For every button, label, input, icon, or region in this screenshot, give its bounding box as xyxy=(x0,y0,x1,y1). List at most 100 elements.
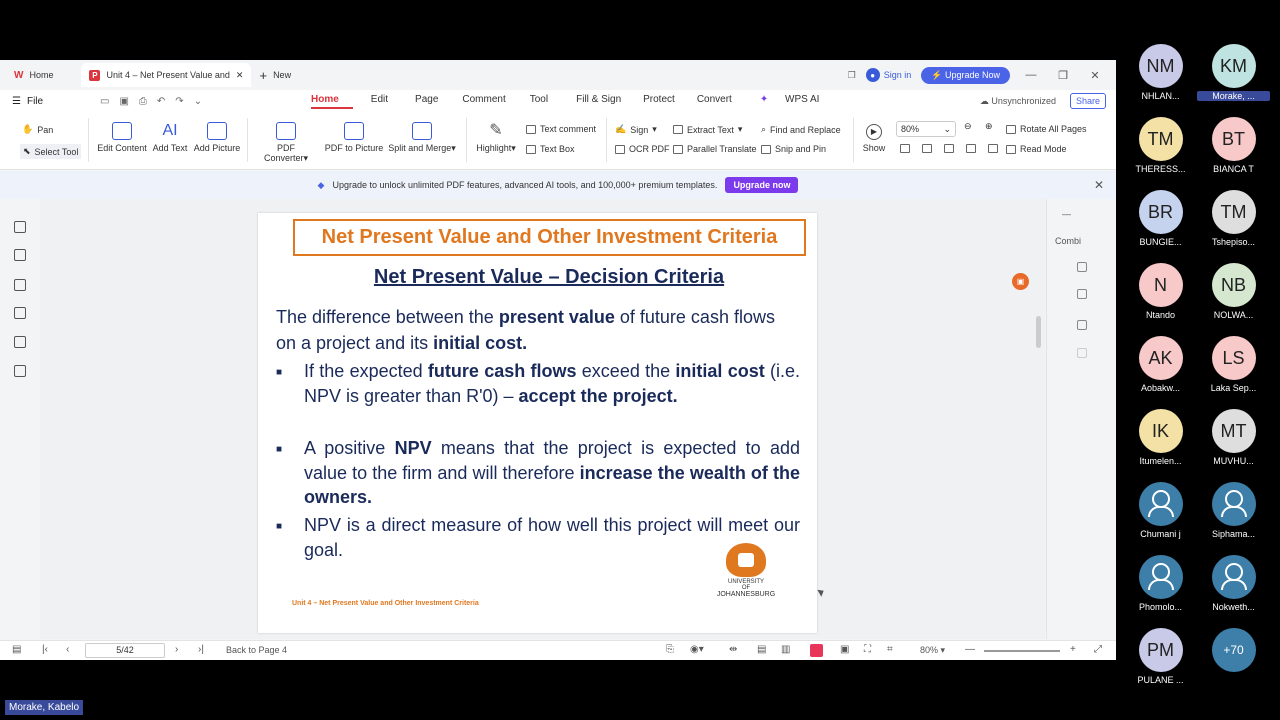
select-tool[interactable]: ⬉ Select Tool xyxy=(20,144,82,159)
read-mode-button[interactable]: Read Mode xyxy=(1006,144,1067,154)
snip-pin-button[interactable]: Snip and Pin xyxy=(761,144,826,154)
open-folder-icon[interactable]: ▭ xyxy=(100,96,109,107)
stamp-icon[interactable] xyxy=(944,144,954,153)
first-page-icon[interactable]: |‹ xyxy=(42,644,48,655)
signature-icon[interactable] xyxy=(14,336,26,348)
record-icon[interactable] xyxy=(810,644,823,657)
replace-icon[interactable] xyxy=(988,144,998,153)
chevron-down-icon[interactable]: ⌄ xyxy=(194,96,202,107)
page-number-input[interactable]: 5/42 xyxy=(85,643,165,658)
participant-tile[interactable]: LS Laka Sep... xyxy=(1197,336,1270,393)
fullscreen-icon[interactable]: ⤢ xyxy=(1094,644,1102,655)
grid-icon[interactable] xyxy=(1077,348,1087,358)
last-page-icon[interactable]: ›| xyxy=(198,644,204,655)
participant-tile[interactable]: BR BUNGIE... xyxy=(1124,190,1197,247)
zoom-out-icon[interactable]: — xyxy=(965,644,975,655)
zoom-in-icon[interactable]: ⊕ xyxy=(985,121,993,132)
add-picture-button[interactable]: Add Picture xyxy=(193,122,241,153)
tab-home[interactable]: W Home xyxy=(0,63,61,87)
crop-icon[interactable]: ⌗ xyxy=(887,644,893,655)
layers-icon[interactable] xyxy=(14,365,26,377)
collapse-icon[interactable]: — xyxy=(1062,209,1071,219)
close-banner-icon[interactable]: ✕ xyxy=(1094,178,1104,192)
info-icon[interactable] xyxy=(1077,320,1087,330)
participant-tile[interactable]: TM Tshepiso... xyxy=(1197,190,1270,247)
split-merge-button[interactable]: Split and Merge▾ xyxy=(386,122,458,154)
fit-page-icon[interactable]: ▣ xyxy=(840,644,849,655)
show-button[interactable]: ▶ Show xyxy=(860,124,888,153)
zoom-out-icon[interactable]: ⊖ xyxy=(964,121,972,132)
extract-text-button[interactable]: Extract Text ▾ xyxy=(673,124,742,135)
print-icon[interactable]: ⎙ xyxy=(139,96,147,107)
undo-icon[interactable]: ↶ xyxy=(157,96,165,107)
refresh-icon[interactable] xyxy=(1077,289,1087,299)
redo-icon[interactable]: ↷ xyxy=(175,96,183,107)
tab-ribbon-home[interactable]: Home xyxy=(311,94,353,109)
sign-in-button[interactable]: ● Sign in xyxy=(865,68,911,82)
close-tab-icon[interactable]: ✕ xyxy=(236,70,244,81)
next-page-icon[interactable]: › xyxy=(175,644,178,655)
file-menu[interactable]: ☰ File xyxy=(0,96,100,107)
pan-tool[interactable]: ✋ Pan xyxy=(22,124,53,135)
tab-ribbon-page[interactable]: Page xyxy=(415,94,452,109)
highlight-button[interactable]: ✎ Highlight▾ xyxy=(472,122,520,154)
participant-tile[interactable]: Siphama... xyxy=(1197,482,1270,539)
tab-document[interactable]: P Unit 4 – Net Present Value and ✕ xyxy=(81,63,252,87)
pdf-to-picture-button[interactable]: PDF to Picture xyxy=(324,122,384,153)
fit-width-icon[interactable]: ⇹ xyxy=(729,644,737,655)
participant-tile[interactable]: Nokweth... xyxy=(1197,555,1270,612)
tab-ribbon-fill-sign[interactable]: Fill & Sign xyxy=(576,94,635,109)
participant-tile[interactable]: Chumani j xyxy=(1124,482,1197,539)
zoom-slider[interactable] xyxy=(984,650,1060,652)
save-icon[interactable]: ▣ xyxy=(119,96,128,107)
participant-tile[interactable]: AK Aobakw... xyxy=(1124,336,1197,393)
new-tab-button[interactable]: + New xyxy=(251,63,299,87)
participant-tile[interactable]: MT MUVHU... xyxy=(1197,409,1270,466)
window-restore-icon[interactable]: ❐ xyxy=(848,70,856,81)
close-window-icon[interactable]: ✕ xyxy=(1084,69,1106,82)
floating-tool-icon[interactable]: ▣ xyxy=(1012,273,1029,290)
tab-ribbon-convert[interactable]: Convert xyxy=(697,94,746,109)
participant-tile[interactable]: TM THERESS... xyxy=(1124,117,1197,174)
parallel-translate-button[interactable]: Parallel Translate xyxy=(673,144,757,154)
participant-tile[interactable]: N Ntando xyxy=(1124,263,1197,320)
bookmark-icon[interactable] xyxy=(14,221,26,233)
participant-tile[interactable]: Phomolo... xyxy=(1124,555,1197,612)
rotate-all-button[interactable]: Rotate All Pages xyxy=(1006,124,1087,134)
participant-tile[interactable]: KM Morake, ... xyxy=(1197,44,1270,101)
eye-icon[interactable]: ◉▾ xyxy=(690,644,704,655)
export-icon[interactable]: ⎘ xyxy=(666,644,674,655)
more-participants-button[interactable]: +70 xyxy=(1197,628,1270,672)
minimize-icon[interactable]: — xyxy=(1020,69,1042,81)
comment-icon[interactable] xyxy=(14,279,26,291)
fit-page-icon[interactable] xyxy=(900,144,910,153)
document-area[interactable]: Net Present Value and Other Investment C… xyxy=(40,199,1045,639)
sign-button[interactable]: ✍ Sign ▾ xyxy=(615,124,657,135)
tab-ribbon-wps-ai[interactable]: ✦ WPS AI xyxy=(760,94,848,109)
copy-icon[interactable] xyxy=(966,144,976,153)
document-icon[interactable] xyxy=(1077,262,1087,272)
participant-tile[interactable]: PM PULANE ... xyxy=(1124,628,1197,685)
upgrade-now-button[interactable]: ⚡ Upgrade Now xyxy=(921,66,1010,84)
tab-ribbon-edit[interactable]: Edit xyxy=(371,94,402,109)
zoom-level[interactable]: 80% ▾ xyxy=(920,645,945,656)
text-box-button[interactable]: Text Box xyxy=(526,144,575,154)
full-width-icon[interactable]: ⛶ xyxy=(864,644,871,655)
thumbnail-icon[interactable] xyxy=(14,249,26,261)
tab-ribbon-comment[interactable]: Comment xyxy=(462,94,519,109)
prev-page-icon[interactable]: ‹ xyxy=(66,644,69,655)
participant-tile[interactable]: IK Itumelen... xyxy=(1124,409,1197,466)
zoom-in-icon[interactable]: + xyxy=(1070,644,1076,655)
vertical-scrollbar[interactable] xyxy=(1036,316,1041,348)
maximize-icon[interactable]: ❐ xyxy=(1052,69,1074,82)
text-comment-button[interactable]: Text comment xyxy=(526,124,596,134)
share-button[interactable]: Share xyxy=(1069,93,1106,109)
banner-upgrade-button[interactable]: Upgrade now xyxy=(725,177,799,193)
attachment-icon[interactable] xyxy=(14,307,26,319)
pdf-converter-button[interactable]: PDF Converter▾ xyxy=(254,122,318,164)
tab-ribbon-tool[interactable]: Tool xyxy=(530,94,562,109)
single-page-icon[interactable]: ▤ xyxy=(757,644,766,655)
two-page-icon[interactable]: ▥ xyxy=(781,644,790,655)
participant-tile[interactable]: NB NOLWA... xyxy=(1197,263,1270,320)
participant-tile[interactable]: NM NHLAN... xyxy=(1124,44,1197,101)
